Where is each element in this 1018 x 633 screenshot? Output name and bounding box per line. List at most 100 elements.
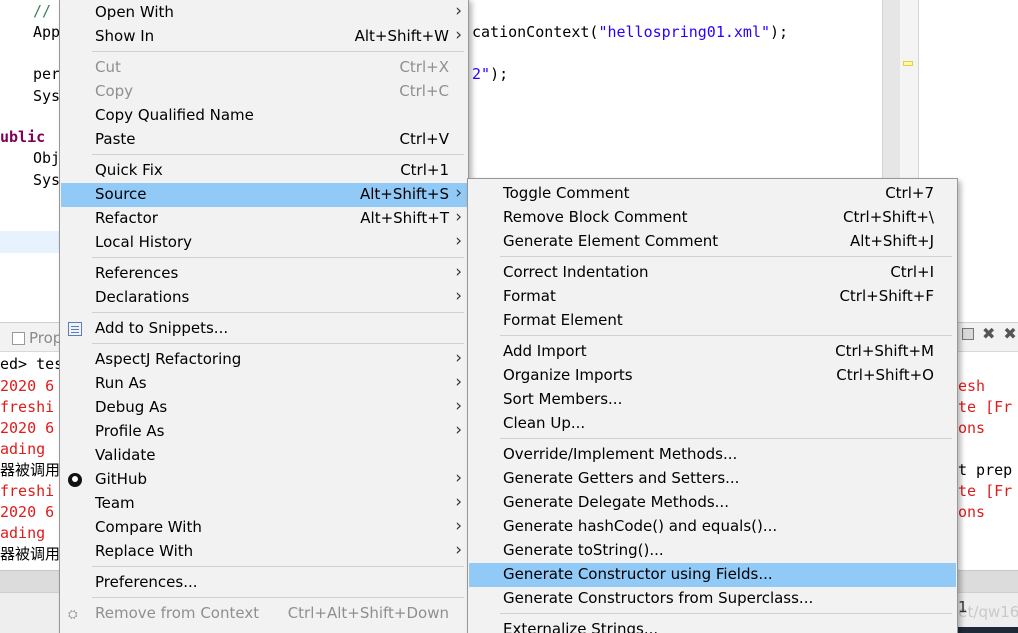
menu-item-debug-as[interactable]: Debug As ›: [61, 396, 467, 420]
remove-context-icon: ⛭: [68, 607, 78, 621]
menu-item-label: Toggle Comment: [503, 184, 630, 202]
tab-properties[interactable]: Prop: [0, 326, 62, 350]
menu-item-label: Add to Snippets...: [95, 319, 229, 337]
menu-item-profile-as[interactable]: Profile As ›: [61, 420, 467, 444]
menu-separator: [92, 154, 464, 155]
menu-item-label: Validate: [95, 446, 156, 464]
code-token: Obj: [33, 149, 61, 167]
remove-launch-icon[interactable]: ✖: [982, 326, 995, 342]
menu-item-cut[interactable]: Cut Ctrl+X: [61, 56, 467, 80]
submenu-arrow-icon: ›: [455, 468, 462, 488]
menu-item-generate-tostring[interactable]: Generate toString()...: [469, 539, 956, 563]
menu-item-sort-members[interactable]: Sort Members...: [469, 388, 956, 412]
code-line: Obj: [33, 149, 60, 167]
menu-item-label: Correct Indentation: [503, 263, 649, 281]
menu-item-organize-imports[interactable]: Organize Imports Ctrl+Shift+O: [469, 364, 956, 388]
console-line: freshi: [0, 482, 55, 500]
menu-item-shortcut: Ctrl+Shift+\: [843, 208, 934, 226]
menu-item-team[interactable]: Team ›: [61, 492, 467, 516]
submenu-arrow-icon: ›: [455, 1, 462, 21]
menu-item-label: Replace With: [95, 542, 194, 560]
menu-item-label: Generate Constructors from Superclass...: [503, 589, 814, 607]
menu-item-github[interactable]: GitHub ›: [61, 468, 467, 492]
menu-item-label: Generate toString()...: [503, 541, 664, 559]
submenu-arrow-icon: ›: [455, 516, 462, 536]
menu-item-generate-getters-setters[interactable]: Generate Getters and Setters...: [469, 467, 956, 491]
menu-item-run-as[interactable]: Run As ›: [61, 372, 467, 396]
menu-separator: [92, 343, 464, 344]
menu-item-source[interactable]: Source Alt+Shift+S ›: [61, 183, 467, 207]
menu-item-label: Clean Up...: [503, 414, 586, 432]
console-line-tail: ons: [958, 503, 986, 521]
menu-item-label: Local History: [95, 233, 193, 251]
menu-item-generate-constructor-using-fields[interactable]: Generate Constructor using Fields...: [469, 563, 956, 587]
code-token: );: [490, 65, 509, 83]
code-token: ublic: [0, 128, 46, 146]
menu-item-remove-from-context[interactable]: ⛭ Remove from Context Ctrl+Alt+Shift+Down: [61, 602, 467, 626]
menu-item-replace-with[interactable]: Replace With ›: [61, 540, 467, 564]
menu-item-remove-block-comment[interactable]: Remove Block Comment Ctrl+Shift+\: [469, 206, 956, 230]
menu-item-format[interactable]: Format Ctrl+Shift+F: [469, 285, 956, 309]
menu-item-format-element[interactable]: Format Element: [469, 309, 956, 333]
menu-item-label: Organize Imports: [503, 366, 633, 384]
menu-item-label: Source: [95, 185, 147, 203]
menu-item-shortcut: Ctrl+C: [399, 82, 449, 100]
menu-item-override-implement-methods[interactable]: Override/Implement Methods...: [469, 443, 956, 467]
submenu-arrow-icon: ›: [455, 540, 462, 560]
console-line-tail: t prep: [958, 461, 1013, 479]
console-line: freshi: [0, 398, 55, 416]
menu-item-label: Copy Qualified Name: [95, 106, 254, 124]
context-menu: Open With › Show In Alt+Shift+W › Cut Ctrl+X Co…: [59, 0, 469, 633]
menu-item-label: Quick Fix: [95, 161, 163, 179]
menu-item-shortcut: Ctrl+7: [885, 184, 934, 202]
menu-item-add-to-snippets[interactable]: Add to Snippets...: [61, 317, 467, 341]
menu-item-references[interactable]: References ›: [61, 262, 467, 286]
menu-item-generate-delegate-methods[interactable]: Generate Delegate Methods...: [469, 491, 956, 515]
menu-separator: [92, 312, 464, 313]
submenu-arrow-icon: ›: [455, 231, 462, 251]
menu-item-add-import[interactable]: Add Import Ctrl+Shift+M: [469, 340, 956, 364]
minimize-view-icon[interactable]: [962, 328, 974, 340]
menu-item-compare-with[interactable]: Compare With ›: [61, 516, 467, 540]
menu-item-generate-hashcode-equals[interactable]: Generate hashCode() and equals()...: [469, 515, 956, 539]
menu-item-preferences[interactable]: Preferences...: [61, 571, 467, 595]
menu-item-label: Add Import: [503, 342, 587, 360]
menu-item-local-history[interactable]: Local History ›: [61, 231, 467, 255]
menu-item-validate[interactable]: Validate: [61, 444, 467, 468]
code-line: App: [33, 23, 60, 41]
menu-item-generate-constructors-from-superclass[interactable]: Generate Constructors from Superclass...: [469, 587, 956, 611]
console-line-tail: esh: [958, 377, 986, 395]
menu-separator: [92, 51, 464, 52]
code-line: ublic: [0, 128, 45, 146]
menu-item-shortcut: Ctrl+1: [400, 161, 449, 179]
menu-item-label: Remove Block Comment: [503, 208, 688, 226]
menu-item-aspectj-refactoring[interactable]: AspectJ Refactoring ›: [61, 348, 467, 372]
menu-item-paste[interactable]: Paste Ctrl+V: [61, 128, 467, 152]
menu-item-refactor[interactable]: Refactor Alt+Shift+T ›: [61, 207, 467, 231]
menu-item-label: Externalize Strings...: [503, 620, 659, 633]
console-line-tail: te [Fr: [958, 398, 1013, 416]
menu-item-label: Sort Members...: [503, 390, 623, 408]
snippets-icon: [68, 322, 82, 336]
menu-item-externalize-strings[interactable]: Externalize Strings...: [469, 618, 956, 633]
menu-item-open-with[interactable]: Open With ›: [61, 1, 467, 25]
occurrence-marker[interactable]: [903, 61, 913, 66]
code-line: Sys: [33, 87, 60, 105]
menu-item-toggle-comment[interactable]: Toggle Comment Ctrl+7: [469, 182, 956, 206]
view-controls: ✖ ✖: [962, 326, 1017, 342]
menu-item-label: Generate Constructor using Fields...: [503, 565, 773, 583]
menu-item-generate-element-comment[interactable]: Generate Element Comment Alt+Shift+J: [469, 230, 956, 254]
menu-item-show-in[interactable]: Show In Alt+Shift+W ›: [61, 25, 467, 49]
code-line: cationContext("hellospring01.xml");: [472, 23, 788, 41]
menu-item-label: AspectJ Refactoring: [95, 350, 242, 368]
menu-item-quick-fix[interactable]: Quick Fix Ctrl+1: [61, 159, 467, 183]
menu-item-correct-indentation[interactable]: Correct Indentation Ctrl+I: [469, 261, 956, 285]
menu-item-copy[interactable]: Copy Ctrl+C: [61, 80, 467, 104]
code-line: per: [33, 65, 60, 83]
menu-item-clean-up[interactable]: Clean Up...: [469, 412, 956, 436]
menu-item-copy-qualified-name[interactable]: Copy Qualified Name: [61, 104, 467, 128]
remove-all-launches-icon[interactable]: ✖: [1003, 326, 1016, 342]
menu-item-declarations[interactable]: Declarations ›: [61, 286, 467, 310]
submenu-arrow-icon: ›: [455, 286, 462, 306]
submenu-arrow-icon: ›: [455, 25, 462, 45]
